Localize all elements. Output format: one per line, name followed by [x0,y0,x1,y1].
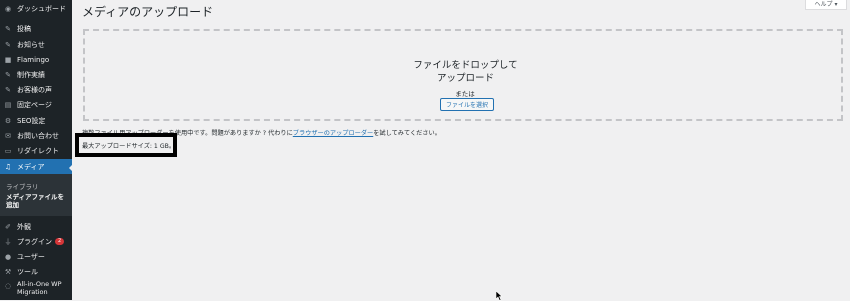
redirect-icon: ▭ [4,146,12,155]
sidebar-item-tools[interactable]: ⚒ ツール [0,264,72,279]
pin-icon: ✎ [5,24,11,33]
plugin-update-badge: 2 [55,238,65,245]
submenu-item-library[interactable]: ライブラリ [6,181,39,191]
sidebar-item-testimonials[interactable]: ✎ お客様の声 [0,82,72,97]
max-upload-size: 最大アップロードサイズ: 1 GB。 [82,142,176,150]
sidebar-item-label: SEO設定 [17,116,46,125]
sidebar-item-label: 外観 [17,222,31,231]
sidebar-item-posts[interactable]: ✎ 投稿 [0,21,72,36]
sidebar-item-label: All-in-One WP Migration [17,280,62,296]
sidebar-item-works[interactable]: ✎ 制作実績 [0,67,72,82]
sidebar-item-label: Flamingo [17,55,50,64]
sidebar-item-news[interactable]: ✎ お知らせ [0,37,72,52]
user-icon: ● [4,252,12,261]
help-label: ヘルプ ▾ [814,1,838,8]
max-upload-size-highlight: 最大アップロードサイズ: 1 GB。 [75,133,177,157]
sidebar-item-appearance[interactable]: ✐ 外観 [0,219,72,234]
plugin-icon: ⏚ [4,237,12,246]
browser-uploader-link[interactable]: ブラウザーのアップローダー [293,130,373,137]
sidebar-item-label: ユーザー [17,252,45,261]
sidebar-item-plugins[interactable]: ⏚ プラグイン 2 [0,234,72,249]
media-icon: ♫ [4,163,12,171]
media-submenu: ライブラリ メディアファイルを追加 [0,174,72,216]
drop-or-text: または [455,90,475,98]
sidebar-item-label: 制作実績 [17,70,45,79]
sidebar-item-media[interactable]: ♫ メディア [0,159,72,175]
page-title: メディアのアップロード [82,5,214,19]
page-icon: ▤ [4,100,12,109]
sidebar-item-seo[interactable]: ⚙ SEO設定 [0,113,72,128]
flamingo-icon: ■ [4,55,12,64]
upload-drop-zone[interactable]: ファイルをドロップしてアップロード または ファイルを選択 [83,29,843,121]
sidebar-item-label: プラグイン [17,237,52,246]
sidebar-item-flamingo[interactable]: ■ Flamingo [0,52,72,67]
brush-icon: ✐ [5,222,11,231]
sidebar-item-label: ツール [17,267,38,276]
sidebar-item-pages[interactable]: ▤ 固定ページ [0,97,72,112]
pin-icon: ✎ [5,85,11,94]
sidebar-item-label: 固定ページ [17,100,52,109]
sidebar-item-label: お知らせ [17,40,45,49]
current-menu-pointer [69,164,73,172]
sidebar-item-redirect[interactable]: ▭ リダイレクト [0,143,72,158]
pin-icon: ✎ [5,70,11,79]
sidebar-item-label: お問い合わせ [17,131,59,140]
sidebar-item-contact[interactable]: ✉ お問い合わせ [0,128,72,143]
gear-icon: ⚙ [4,116,12,125]
sidebar-item-users[interactable]: ● ユーザー [0,249,72,264]
wrench-icon: ⚒ [4,267,12,276]
sidebar-item-label: ダッシュボード [17,4,66,13]
mail-icon: ✉ [5,131,11,140]
sidebar-item-migration[interactable]: ◌ All-in-One WP Migration [0,280,72,300]
select-files-button[interactable]: ファイルを選択 [440,98,494,111]
sidebar-item-dashboard[interactable]: ◉ ダッシュボード [0,1,72,16]
sidebar-item-label: 投稿 [17,24,31,33]
sidebar-item-label: メディア [17,163,45,171]
pin-icon: ✎ [5,40,11,49]
drop-title: ファイルをドロップしてアップロード [413,60,518,84]
uploader-note-suffix: を試してみてください。 [373,130,441,137]
migration-icon: ◌ [4,282,12,290]
admin-sidebar: ◉ ダッシュボード ✎ 投稿 ✎ お知らせ ■ Flamingo ✎ 制作実績 ✎ お客様の… [0,0,73,300]
dashboard-icon: ◉ [4,4,12,13]
sidebar-item-label: お客様の声 [17,85,52,94]
submenu-item-add-new[interactable]: メディアファイルを追加 [6,193,70,209]
help-button[interactable]: ヘルプ ▾ [805,0,847,10]
sidebar-item-label: リダイレクト [17,146,59,155]
